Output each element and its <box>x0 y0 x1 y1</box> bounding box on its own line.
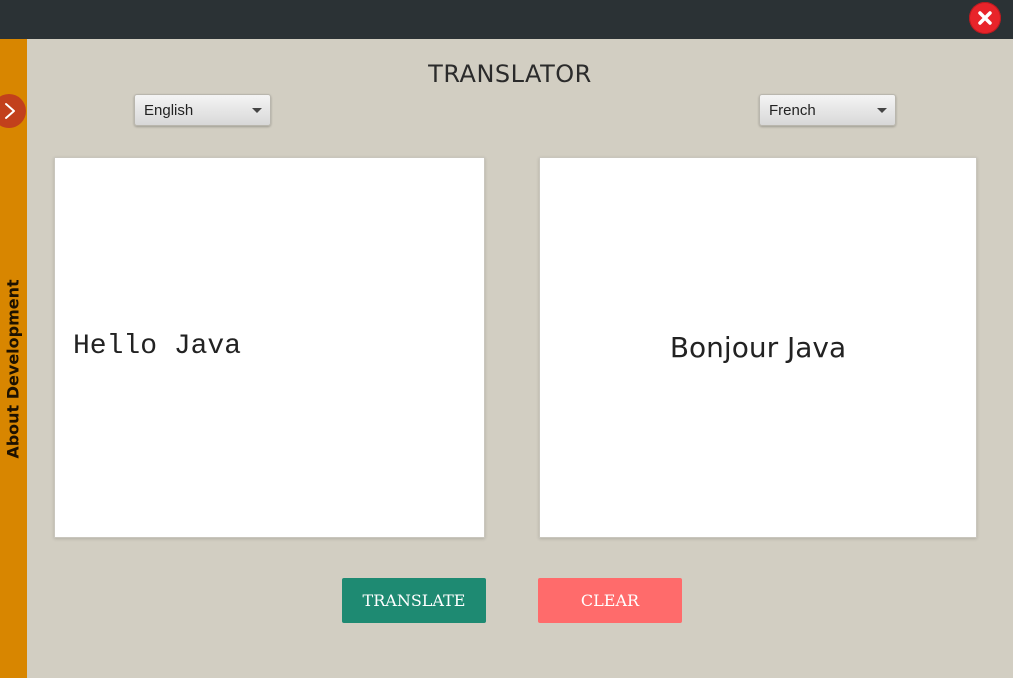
source-text-area[interactable]: Hello Java <box>54 157 485 538</box>
target-language-select[interactable]: French <box>759 94 896 126</box>
chevron-down-icon <box>252 108 262 113</box>
translated-text: Bonjour Java <box>669 331 847 364</box>
source-text: Hello Java <box>73 331 242 362</box>
title-bar <box>0 0 1013 39</box>
chevron-down-icon <box>877 108 887 113</box>
close-button[interactable] <box>969 2 1001 34</box>
about-sidebar: About Development <box>0 39 27 678</box>
source-language-value: English <box>144 102 194 119</box>
chevron-right-icon <box>5 103 15 119</box>
page-title: TRANSLATOR <box>428 60 592 88</box>
about-development-label[interactable]: About Development <box>4 279 23 458</box>
translate-button[interactable]: TRANSLATE <box>342 578 486 623</box>
source-language-select[interactable]: English <box>134 94 271 126</box>
translated-text-area: Bonjour Java <box>539 157 977 538</box>
clear-button[interactable]: CLEAR <box>538 578 682 623</box>
close-icon <box>978 11 992 25</box>
target-language-value: French <box>769 102 816 119</box>
